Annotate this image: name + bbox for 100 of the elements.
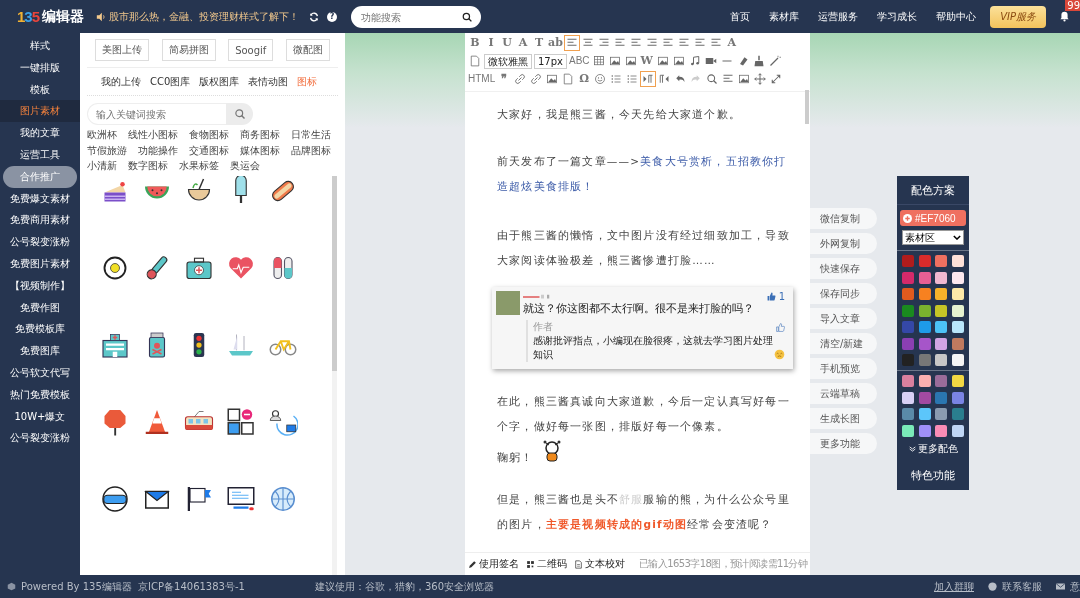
color-swatch[interactable] — [935, 337, 948, 350]
category-tag[interactable]: 水果标签 — [179, 158, 219, 174]
footer-link[interactable]: 加入群聊 — [934, 579, 974, 594]
tool-button[interactable]: 美图上传 — [95, 39, 149, 61]
category-tag[interactable]: 节假旅游 — [87, 142, 127, 158]
color-swatch[interactable] — [951, 271, 964, 284]
color-swatch[interactable] — [902, 391, 915, 404]
color-swatch[interactable] — [902, 271, 915, 284]
more-colors-link[interactable]: 更多配色 — [908, 441, 958, 456]
tool-button[interactable]: Soogif — [228, 39, 274, 61]
help-icon[interactable]: ? — [327, 11, 338, 22]
nav-link[interactable]: 素材库 — [769, 9, 800, 24]
toolbar-button[interactable] — [607, 54, 622, 68]
sidebar-item[interactable]: 样式 — [3, 35, 77, 57]
category-tag[interactable]: 食物图标 — [189, 127, 229, 143]
toolbar-button[interactable] — [529, 72, 544, 86]
nav-link[interactable]: 运营服务 — [818, 9, 859, 24]
sidebar-item[interactable]: 【视频制作】 — [3, 274, 77, 297]
footer-link[interactable]: 联系客服 — [1002, 579, 1042, 594]
toolbar-button[interactable]: B — [468, 36, 482, 50]
toolbar-button[interactable]: ABC — [569, 54, 590, 68]
status-bar-action[interactable]: 使用签名 — [468, 557, 519, 571]
color-swatch[interactable] — [918, 391, 931, 404]
sidebar-item[interactable]: 公号裂变涨粉 — [3, 427, 77, 450]
library-tab[interactable]: CC0图库 — [150, 75, 191, 89]
toolbar-button[interactable]: HTML — [468, 72, 496, 86]
logo-text[interactable]: 编辑器 — [42, 7, 85, 26]
nav-link[interactable]: 学习成长 — [877, 9, 918, 24]
toolbar-button[interactable]: Ω — [577, 72, 592, 86]
nav-link[interactable]: 首页 — [730, 9, 751, 24]
sidebar-item[interactable]: 我的文章 — [3, 122, 77, 144]
category-tag[interactable]: 小清新 — [87, 158, 117, 174]
category-tag[interactable]: 媒体图标 — [240, 142, 280, 158]
sidebar-item[interactable]: 免费图库 — [3, 340, 77, 362]
category-tag[interactable]: 商务图标 — [240, 127, 280, 143]
scope-dropdown[interactable]: 素材区 — [902, 230, 964, 245]
sidebar-item[interactable]: 一键排版 — [3, 56, 77, 79]
sidebar-item[interactable]: 免费作图 — [3, 296, 77, 319]
library-tab[interactable]: 版权图库 — [199, 75, 240, 89]
side-action-button[interactable]: 云端草稿 — [810, 383, 877, 404]
side-action-button[interactable]: 保存同步 — [810, 283, 877, 304]
toolbar-button[interactable] — [655, 54, 670, 68]
side-action-button[interactable]: 导入文章 — [810, 308, 877, 329]
toolbar-button[interactable] — [753, 72, 768, 86]
side-action-button[interactable]: 手机预览 — [810, 358, 877, 379]
color-swatch[interactable] — [902, 337, 915, 350]
color-swatch[interactable] — [935, 321, 948, 333]
color-swatch[interactable] — [935, 255, 948, 267]
toolbar-button[interactable] — [657, 72, 672, 86]
side-action-button[interactable]: 更多功能 — [810, 433, 877, 454]
color-swatch[interactable] — [918, 255, 931, 267]
color-swatch[interactable] — [935, 288, 948, 300]
sidebar-item[interactable]: 公号软文代写 — [3, 361, 77, 384]
sidebar-item[interactable]: 热门免费模板 — [3, 383, 77, 406]
keyword-search-field[interactable]: 输入关键词搜索 — [87, 103, 226, 125]
tool-button[interactable]: 简易拼图 — [161, 39, 216, 61]
scrollbar[interactable] — [332, 175, 337, 575]
notice-link[interactable]: 股市那么热，金融、投资理财样式了解下！ — [109, 9, 300, 24]
color-swatch[interactable] — [902, 424, 915, 437]
color-swatch[interactable] — [935, 304, 948, 317]
category-tag[interactable]: 交通图标 — [189, 142, 229, 158]
sidebar-item[interactable]: 免费商用素材 — [3, 209, 77, 232]
color-swatch[interactable] — [935, 391, 948, 404]
search-button[interactable] — [226, 103, 253, 125]
color-swatch[interactable] — [918, 375, 931, 387]
color-swatch[interactable] — [918, 408, 931, 420]
sidebar-item[interactable]: 免费图片素材 — [3, 252, 77, 275]
tool-button[interactable]: 微配图 — [285, 39, 330, 61]
category-tag[interactable]: 线性小图标 — [128, 127, 178, 143]
side-action-button[interactable]: 清空/新建 — [810, 333, 877, 354]
toolbar-button[interactable]: ab — [548, 36, 563, 50]
status-bar-action[interactable]: 二维码 — [526, 557, 567, 571]
sidebar-item[interactable]: 运营工具 — [3, 144, 77, 166]
color-swatch[interactable] — [902, 288, 915, 300]
refresh-icon[interactable] — [309, 11, 320, 22]
category-tag[interactable]: 品牌图标 — [291, 142, 331, 158]
footer-link[interactable]: 意 — [1070, 579, 1080, 594]
color-swatch[interactable] — [951, 255, 964, 267]
sidebar-item[interactable]: 模板 — [3, 78, 77, 101]
color-swatch[interactable] — [918, 271, 931, 284]
side-action-button[interactable]: 微信复制 — [810, 208, 877, 229]
toolbar-button[interactable]: W — [639, 54, 654, 68]
color-swatch[interactable] — [918, 354, 931, 366]
logo-mark[interactable]: 135 — [17, 8, 40, 25]
category-tag[interactable]: 奥运会 — [230, 158, 260, 174]
color-swatch[interactable] — [951, 304, 964, 317]
toolbar-dropdown[interactable]: 17px — [534, 53, 567, 69]
toolbar-button[interactable] — [671, 54, 686, 68]
side-action-button[interactable]: 快速保存 — [810, 258, 877, 279]
app-grid-icon[interactable] — [226, 406, 256, 437]
toolbar-button[interactable]: U — [500, 36, 514, 50]
sidebar-item[interactable]: 免费爆文素材 — [3, 187, 77, 210]
color-swatch[interactable] — [951, 321, 964, 333]
toolbar-button[interactable] — [545, 72, 560, 86]
toolbar-button[interactable]: A — [724, 36, 739, 50]
toolbar-button[interactable]: I — [484, 36, 498, 50]
sidebar-item[interactable]: 10W+爆文 — [3, 405, 77, 428]
color-swatch[interactable] — [902, 321, 915, 333]
color-swatch[interactable] — [918, 424, 931, 437]
category-tag[interactable]: 数字图标 — [128, 158, 168, 174]
